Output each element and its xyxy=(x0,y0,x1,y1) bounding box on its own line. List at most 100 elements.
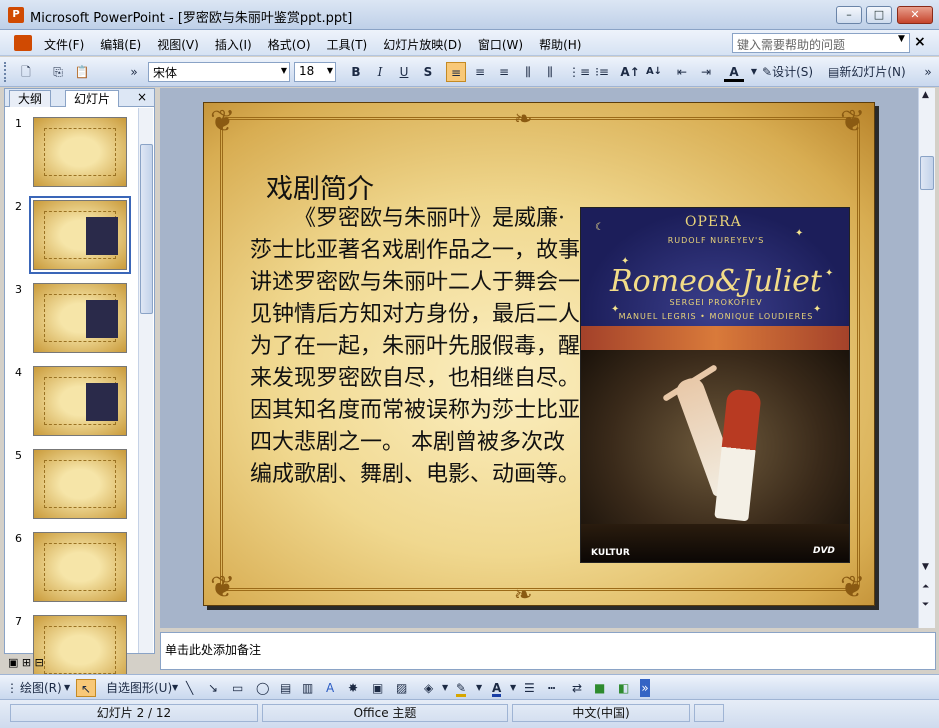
panel-close-icon[interactable]: × xyxy=(137,90,147,104)
normal-view-icon[interactable]: ▣ xyxy=(8,656,18,669)
vertical-textbox-icon[interactable]: ▥ xyxy=(302,679,313,697)
slide-title[interactable]: 戏剧简介 xyxy=(266,167,374,206)
menu-item[interactable]: 工具(T) xyxy=(327,36,368,53)
drawing-more-icon[interactable]: » xyxy=(640,679,650,697)
toolbar-options-icon[interactable]: » xyxy=(124,62,144,82)
maximize-button[interactable]: □ xyxy=(866,6,892,24)
rectangle-tool-icon[interactable]: ▭ xyxy=(232,679,243,697)
slide-thumbnail[interactable] xyxy=(33,366,127,436)
fill-color-icon[interactable]: ◈ xyxy=(424,679,433,697)
textbox-tool-icon[interactable]: ▤ xyxy=(280,679,291,697)
distribute-icon[interactable]: ⫼ xyxy=(518,62,538,82)
tab-slides[interactable]: 幻灯片 xyxy=(65,90,120,107)
slide-thumbnail[interactable] xyxy=(29,196,131,274)
tab-outline[interactable]: 大纲 xyxy=(9,90,52,107)
autoshape-button[interactable]: 自选图形(U) xyxy=(106,679,172,697)
new-slide-button[interactable]: ▤新幻灯片(N) xyxy=(828,62,906,82)
underline-button[interactable]: U xyxy=(394,62,414,82)
line-tool-icon[interactable]: ╲ xyxy=(186,679,193,697)
line-color-icon[interactable]: ✎ xyxy=(456,679,467,697)
autoshape-arrow-icon[interactable]: ▼ xyxy=(172,679,178,697)
slide-scrollbar-thumb[interactable] xyxy=(920,156,934,190)
align-right-icon[interactable]: ≡ xyxy=(494,62,514,82)
oval-tool-icon[interactable]: ◯ xyxy=(256,679,269,697)
font-color-arrow-icon[interactable]: ▼ xyxy=(744,62,764,82)
menu-item[interactable]: 插入(I) xyxy=(215,36,252,53)
numbering-icon[interactable]: ⋮≡ xyxy=(568,62,590,82)
3d-style-icon[interactable]: ◧ xyxy=(618,679,629,697)
italic-button[interactable]: I xyxy=(370,62,390,82)
document-close-icon[interactable]: × xyxy=(914,34,926,50)
shadow-button[interactable]: S xyxy=(418,62,438,82)
menu-item[interactable]: 文件(F) xyxy=(44,36,84,53)
slide-thumbnail[interactable] xyxy=(33,283,127,353)
align-left-icon[interactable]: ≡ xyxy=(446,62,466,82)
slide-thumbnail[interactable] xyxy=(33,117,127,187)
bold-button[interactable]: B xyxy=(346,62,366,82)
slide-sorter-view-icon[interactable]: ⊞ xyxy=(22,656,31,669)
help-search-input[interactable]: 键入需要帮助的问题 xyxy=(732,33,910,53)
bullets-icon[interactable]: ⁝≡ xyxy=(592,62,612,82)
decrease-font-icon[interactable]: A↓ xyxy=(644,62,664,82)
notes-pane[interactable]: 单击此处添加备注 xyxy=(160,632,936,670)
minimize-button[interactable]: – xyxy=(836,6,862,24)
document-icon[interactable] xyxy=(14,35,32,51)
line-color-arrow-icon[interactable]: ▼ xyxy=(476,679,482,697)
shadow-style-icon[interactable]: ■ xyxy=(594,679,605,697)
font-size-select[interactable]: 18 ▼ xyxy=(294,62,336,82)
scroll-up-icon[interactable]: ▲ xyxy=(922,90,929,100)
previous-slide-icon[interactable]: ⏶ xyxy=(922,582,929,592)
draw-menu-arrow-icon[interactable]: ▼ xyxy=(64,679,70,697)
clipart-icon[interactable]: ▣ xyxy=(372,679,383,697)
arrow-style-icon[interactable]: ⇄ xyxy=(572,679,582,697)
increase-font-icon[interactable]: A↑ xyxy=(620,62,640,82)
menu-item[interactable]: 编辑(E) xyxy=(100,36,141,53)
menu-item[interactable]: 视图(V) xyxy=(157,36,199,53)
slide-show-view-icon[interactable]: ⊟ xyxy=(35,656,44,669)
slide-scrollbar[interactable]: ▲ ▼ ⏶ ⏷ xyxy=(918,88,935,628)
paste-icon[interactable]: 📋 xyxy=(72,62,92,82)
select-pointer-icon[interactable]: ↖ xyxy=(76,679,96,697)
text-color-arrow-icon[interactable]: ▼ xyxy=(510,679,516,697)
menu-item[interactable]: 幻灯片放映(D) xyxy=(383,36,462,53)
slide-thumbnail[interactable] xyxy=(33,532,127,602)
insert-picture-icon[interactable]: ▨ xyxy=(396,679,407,697)
fill-color-arrow-icon[interactable]: ▼ xyxy=(442,679,448,697)
current-slide[interactable]: ❦ ❦ ❦ ❦ ❧ ❧ 戏剧简介 《罗密欧与朱丽叶》是威廉·莎士比亚著名戏剧作品… xyxy=(203,102,875,606)
toolbar-grip-icon[interactable] xyxy=(4,62,7,82)
slide-body-text[interactable]: 《罗密欧与朱丽叶》是威廉·莎士比亚著名戏剧作品之一，故事讲述罗密欧与朱丽叶二人于… xyxy=(250,203,586,491)
text-color-icon[interactable]: A xyxy=(492,679,502,697)
font-name-select[interactable]: 宋体 ▼ xyxy=(148,62,290,82)
new-file-icon[interactable]: 🗋 xyxy=(16,62,36,82)
panel-scrollbar[interactable] xyxy=(138,108,153,653)
help-dropdown-arrow-icon[interactable]: ▼ xyxy=(898,34,905,44)
draw-menu-button[interactable]: 绘图(R) xyxy=(20,679,62,697)
font-name-arrow-icon[interactable]: ▼ xyxy=(281,66,287,75)
arrow-tool-icon[interactable]: ↘ xyxy=(208,679,218,697)
toolbar-more-icon[interactable]: » xyxy=(918,62,938,82)
powerpoint-app-icon[interactable]: P xyxy=(8,7,24,23)
slide-thumbnail[interactable] xyxy=(33,449,127,519)
dash-style-icon[interactable]: ┅ xyxy=(548,679,555,697)
diagram-icon[interactable]: ✸ xyxy=(348,679,358,697)
design-button[interactable]: ✎设计(S) xyxy=(762,62,813,82)
menu-item[interactable]: 帮助(H) xyxy=(539,36,581,53)
menu-item[interactable]: 格式(O) xyxy=(268,36,311,53)
panel-scrollbar-thumb[interactable] xyxy=(140,144,153,314)
formatting-toolbar: 🗋 ⎘ 📋 » 宋体 ▼ 18 ▼ B I U S ≡ ≡ ≡ ⫼ ⫼ ⋮≡ ⁝… xyxy=(0,57,939,87)
align-center-icon[interactable]: ≡ xyxy=(470,62,490,82)
menu-item[interactable]: 窗口(W) xyxy=(478,36,523,53)
font-color-icon[interactable]: A xyxy=(724,62,744,82)
decrease-indent-icon[interactable]: ⇤ xyxy=(672,62,692,82)
close-button[interactable]: ✕ xyxy=(897,6,933,24)
drawing-grip-icon[interactable]: ⋮ xyxy=(6,679,18,697)
line-style-icon[interactable]: ☰ xyxy=(524,679,535,697)
font-size-arrow-icon[interactable]: ▼ xyxy=(327,66,333,75)
copy-icon[interactable]: ⎘ xyxy=(48,62,68,82)
romeo-juliet-poster-image[interactable]: ☾ ✦ ✦ ✦ ✦ ✦ OPERA RUDOLF NUREYEV'S Romeo… xyxy=(580,207,850,563)
text-direction-icon[interactable]: ⫼ xyxy=(540,62,560,82)
wordart-icon[interactable]: A xyxy=(326,679,334,697)
next-slide-icon[interactable]: ⏷ xyxy=(922,600,929,610)
increase-indent-icon[interactable]: ⇥ xyxy=(696,62,716,82)
scroll-down-icon[interactable]: ▼ xyxy=(922,562,929,572)
